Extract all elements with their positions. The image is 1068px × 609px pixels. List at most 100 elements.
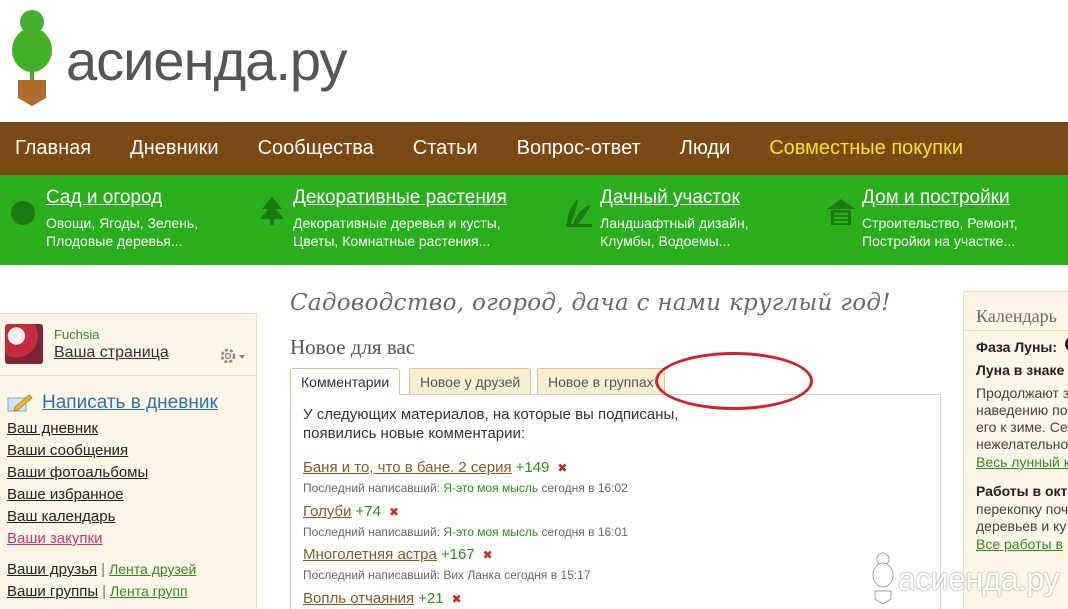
meta-label: Последний написавший: (303, 481, 440, 495)
category-subtitle: Овощи, Ягоды, Зелень, Плодовые деревья..… (46, 214, 198, 250)
separator: | (102, 583, 107, 600)
logo-text: асиенда.ру (66, 29, 347, 92)
calendar-title: Календарь (976, 306, 1057, 326)
moon-phase-label: Фаза Луны: (976, 339, 1058, 355)
item-title-link[interactable]: Многолетняя астра (303, 546, 437, 563)
category-title[interactable]: Дом и постройки (862, 187, 1010, 209)
author-link[interactable]: Я-это моя мысль (443, 525, 538, 539)
nav-qa[interactable]: Вопрос-ответ (517, 137, 641, 160)
my-photo-albums-link[interactable]: Ваши фотоальбомы (7, 464, 148, 481)
section-title: Новое для вас (290, 335, 416, 359)
write-diary-link[interactable]: Написать в дневник (7, 392, 218, 414)
works-text: деревьев и ку (976, 518, 1067, 534)
comment-count: +21 (418, 590, 444, 607)
my-calendar-link[interactable]: Ваш календарь (7, 508, 115, 525)
category-bar: Сад и огород Овощи, Ягоды, Зелень, Плодо… (0, 175, 1068, 265)
item-time: сегодня в 16:01 (541, 525, 628, 539)
groups-row: Ваши группы | Лента групп (7, 583, 188, 600)
calendar-text: его к зиме. Се (976, 419, 1068, 435)
pencil-notepad-icon (7, 394, 33, 412)
site-slogan: Садоводство, огород, дача с нами круглый… (290, 290, 891, 316)
my-favorites-link[interactable]: Ваше избранное (7, 486, 124, 503)
comments-panel: У следующих материалов, на которые вы по… (290, 394, 941, 609)
category-sub-line: Ландшафтный дизайн, (600, 215, 749, 231)
tab-groups-news[interactable]: Новое в группах (537, 368, 665, 395)
tab-friends-news[interactable]: Новое у друзей (409, 368, 532, 395)
my-friends-link[interactable]: Ваши друзья (7, 561, 97, 578)
main-navigation: Главная Дневники Сообщества Статьи Вопро… (0, 122, 1068, 175)
item-meta: Последний написавший: Вих Ланка сегодня … (303, 568, 591, 582)
house-icon (827, 199, 855, 225)
friends-feed-link[interactable]: Лента друзей (109, 561, 196, 577)
my-messages-link[interactable]: Ваши сообщения (7, 442, 128, 459)
item-title-link[interactable]: Голуби (303, 503, 352, 520)
category-sub-line: Цветы, Комнатные растения... (293, 233, 491, 249)
category-sub-line: Декоративные деревья и кусты, (293, 215, 501, 231)
category-title[interactable]: Дачный участок (600, 187, 740, 209)
list-item: Многолетняя астра +167 ✖ Последний написав… (303, 546, 591, 582)
divider (964, 330, 1068, 331)
leaves-icon (566, 199, 592, 227)
tomato-icon (11, 201, 35, 225)
tree-icon (260, 197, 284, 225)
watermark-logo-icon (872, 552, 894, 605)
category-sub-line: Клумбы, Водоемы... (600, 233, 731, 249)
tree-logo-icon (12, 10, 52, 106)
close-icon[interactable]: ✖ (452, 592, 462, 606)
comment-count: +74 (355, 503, 381, 520)
separator: | (101, 561, 106, 578)
nav-articles[interactable]: Статьи (413, 137, 478, 160)
watermark: асиенда.ру (866, 551, 1066, 607)
category-subtitle: Декоративные деревья и кусты, Цветы, Ком… (293, 214, 501, 250)
category-sub-line: Постройки на участке... (862, 233, 1016, 249)
avatar[interactable] (5, 324, 43, 364)
author-link[interactable]: Вих Ланка (443, 568, 500, 582)
list-item: Баня и то, что в бане. 2 серия +149 ✖ Посл… (303, 459, 628, 495)
list-item: Вопль отчаяния +21 ✖ (303, 590, 462, 608)
item-title-link[interactable]: Баня и то, что в бане. 2 серия (303, 459, 512, 476)
works-title: Работы в окт (976, 483, 1068, 499)
calendar-text: нежелательно (976, 436, 1068, 452)
comment-count: +149 (515, 459, 550, 476)
tab-comments[interactable]: Комментарии (290, 368, 401, 395)
user-box: Fuchsia Ваша страница (0, 314, 256, 376)
my-page-link[interactable]: Ваша страница (54, 344, 169, 362)
lunar-calendar-link[interactable]: Весь лунный к (976, 454, 1068, 470)
nav-group-purchases[interactable]: Совместные покупки (769, 137, 963, 160)
category-title[interactable]: Декоративные растения (293, 187, 507, 209)
nav-diaries[interactable]: Дневники (130, 137, 218, 160)
my-groups-link[interactable]: Ваши группы (7, 583, 98, 600)
calendar-text: наведению по (976, 402, 1068, 418)
my-diary-link[interactable]: Ваш дневник (7, 420, 98, 437)
groups-feed-link[interactable]: Лента групп (110, 583, 188, 599)
nav-communities[interactable]: Сообщества (258, 137, 374, 160)
category-title[interactable]: Сад и огород (46, 187, 162, 209)
works-text: перекопку поч (976, 501, 1068, 517)
friends-row: Ваши друзья | Лента друзей (7, 561, 196, 578)
highlight-ellipse (655, 352, 813, 410)
my-purchases-link[interactable]: Ваши закупки (7, 530, 102, 547)
category-subtitle: Ландшафтный дизайн, Клумбы, Водоемы... (600, 214, 749, 250)
user-sidebar: Fuchsia Ваша страница Написать в дневник… (0, 313, 257, 609)
intro-text: У следующих материалов, на которые вы по… (303, 406, 679, 442)
category-sub-line: Строительство, Ремонт, (862, 215, 1018, 231)
item-meta: Последний написавший: Я-это моя мысль се… (303, 481, 628, 495)
author-link[interactable]: Я-это моя мысль (443, 481, 538, 495)
gear-icon[interactable] (218, 346, 248, 366)
site-logo[interactable]: асиенда.ру (10, 8, 347, 112)
item-meta: Последний написавший: Я-это моя мысль се… (303, 525, 628, 539)
item-time: сегодня в 15:17 (504, 568, 591, 582)
nav-home[interactable]: Главная (15, 137, 91, 160)
watermark-text: асиенда.ру (898, 561, 1059, 597)
item-title-link[interactable]: Вопль отчаяния (303, 590, 414, 607)
category-sub-line: Плодовые деревья... (46, 233, 183, 249)
close-icon[interactable]: ✖ (483, 548, 493, 562)
item-time: сегодня в 16:02 (541, 481, 628, 495)
close-icon[interactable]: ✖ (557, 461, 567, 475)
list-item: Голуби +74 ✖ Последний написавший: Я-это м… (303, 503, 628, 539)
all-works-link[interactable]: Все работы в (976, 536, 1063, 552)
close-icon[interactable]: ✖ (389, 505, 399, 519)
write-diary-label: Написать в дневник (42, 392, 218, 413)
comment-count: +167 (440, 546, 475, 563)
nav-people[interactable]: Люди (680, 137, 731, 160)
